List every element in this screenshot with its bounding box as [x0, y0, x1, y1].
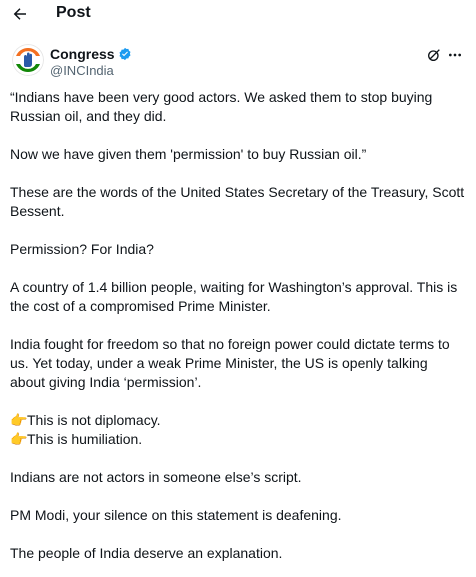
- author-handle[interactable]: @INCIndia: [50, 63, 132, 78]
- author-line: Congress: [50, 46, 132, 62]
- more-icon: [449, 53, 461, 57]
- page-title: Post: [56, 4, 91, 21]
- avatar[interactable]: [12, 44, 44, 76]
- tweet-paragraph: These are the words of the United States…: [10, 184, 465, 219]
- congress-logo: [12, 44, 44, 76]
- tweet-line: 👉This is not diplomacy.: [10, 411, 466, 430]
- tweet-line-text: This is humiliation.: [27, 431, 143, 447]
- verified-badge-icon: [118, 47, 132, 61]
- display-name[interactable]: Congress: [50, 46, 115, 62]
- tweet-paragraph: The people of India deserve an explanati…: [10, 545, 283, 561]
- back-button[interactable]: [8, 2, 32, 26]
- tweet-paragraph: India fought for freedom so that no fore…: [10, 336, 450, 390]
- tweet-paragraph: Indians are not actors in someone else’s…: [10, 469, 302, 485]
- tweet-paragraph: Now we have given them 'permission' to b…: [10, 146, 367, 162]
- arrow-left-icon: [13, 8, 26, 20]
- author-row: Congress @INCIndia: [0, 40, 476, 86]
- tweet-paragraph: Permission? For India?: [10, 241, 154, 257]
- tweet-paragraph: “Indians have been very good actors. We …: [10, 89, 433, 124]
- tweet-text: “Indians have been very good actors. We …: [10, 88, 466, 563]
- more-button[interactable]: [444, 44, 466, 66]
- tweet-line: 👉This is humiliation.: [10, 430, 466, 449]
- pointing-hand-emoji: 👉: [10, 431, 28, 447]
- pointing-hand-emoji: 👉: [10, 412, 28, 428]
- author-names: Congress @INCIndia: [50, 46, 132, 78]
- tweet-line-text: This is not diplomacy.: [27, 412, 161, 428]
- grok-button[interactable]: [424, 45, 444, 65]
- tweet-paragraph: PM Modi, your silence on this statement …: [10, 507, 342, 523]
- grok-icon: [428, 49, 440, 61]
- page-header: Post: [0, 0, 476, 28]
- tweet-paragraph: A country of 1.4 billion people, waiting…: [10, 279, 458, 314]
